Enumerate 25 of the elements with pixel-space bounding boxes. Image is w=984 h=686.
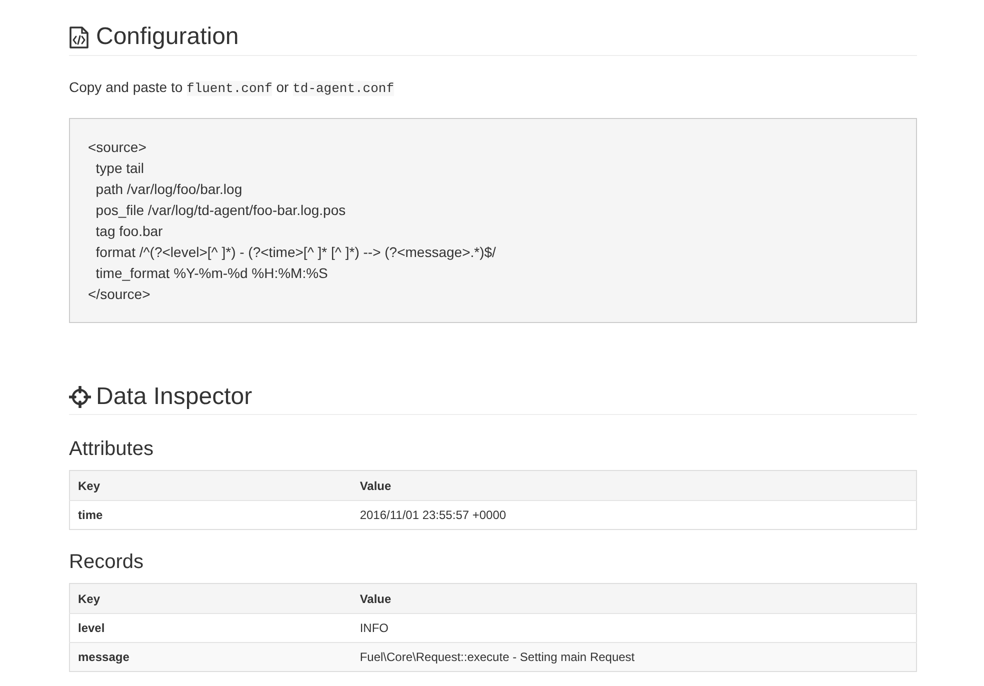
column-header: Value xyxy=(352,584,916,614)
code-line: time_format %Y-%m-%d %H:%M:%S xyxy=(94,264,328,283)
code-line: <source> xyxy=(88,138,146,157)
section-heading: Data Inspector xyxy=(96,382,252,412)
section-heading: Configuration xyxy=(96,22,239,52)
value-cell: Fuel\Core\Request::execute - Setting main Request xyxy=(352,642,916,672)
subsection-heading: Records xyxy=(69,550,144,574)
code-line: tag foo.bar xyxy=(94,222,163,241)
key-cell: time xyxy=(70,500,352,530)
code-line: pos_file /var/log/td-agent/foo-bar.log.pos xyxy=(94,201,346,220)
column-header: Key xyxy=(70,470,352,500)
code-line: format /^(?<level>[^ ]*) - (?<time>[^ ]* [^ ]*) --> (?<message>.*)$/ xyxy=(94,243,496,262)
subsection-heading: Attributes xyxy=(69,437,154,461)
crosshair-icon xyxy=(69,386,91,408)
code-line: type tail xyxy=(94,159,144,178)
value-cell: 2016/11/01 23:55:57 +0000 xyxy=(352,500,916,530)
column-header: Key xyxy=(70,584,352,614)
code-line: path /var/log/foo/bar.log xyxy=(94,180,242,199)
file-code-icon xyxy=(69,26,89,48)
code-line: </source> xyxy=(88,285,150,304)
key-cell: level xyxy=(70,614,352,642)
value-cell: INFO xyxy=(352,614,916,642)
intro-text: Copy and paste to fluent.conf or td-agent.conf xyxy=(69,78,394,98)
column-header: Value xyxy=(352,470,916,500)
key-cell: message xyxy=(70,642,352,672)
